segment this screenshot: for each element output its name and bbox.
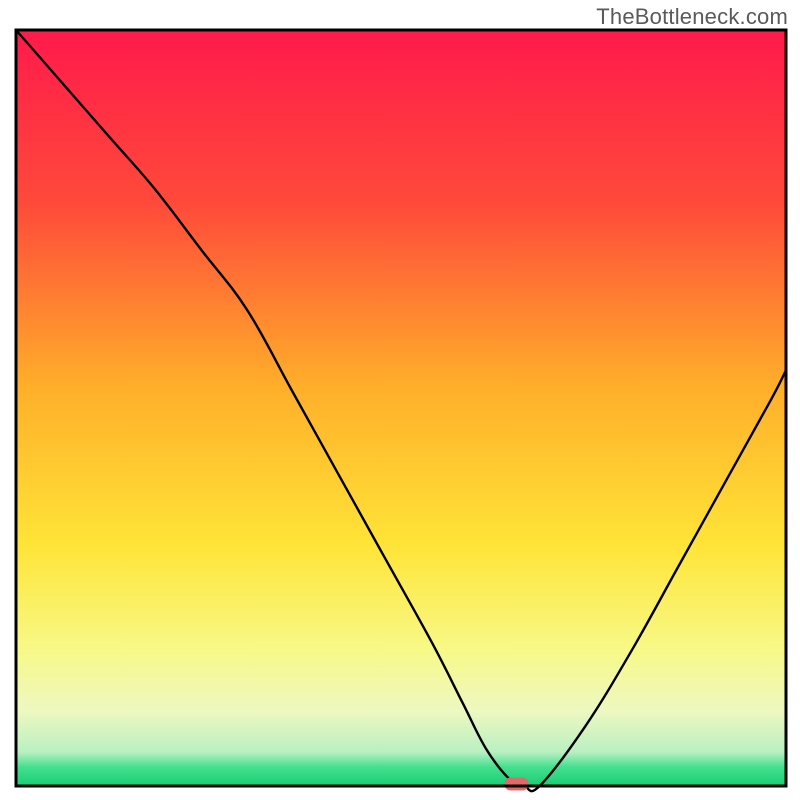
watermark-text: TheBottleneck.com: [596, 4, 788, 30]
chart-container: TheBottleneck.com: [0, 0, 800, 800]
selected-point-marker: [505, 778, 529, 791]
bottleneck-chart: [0, 0, 800, 800]
plot-background: [16, 30, 786, 786]
